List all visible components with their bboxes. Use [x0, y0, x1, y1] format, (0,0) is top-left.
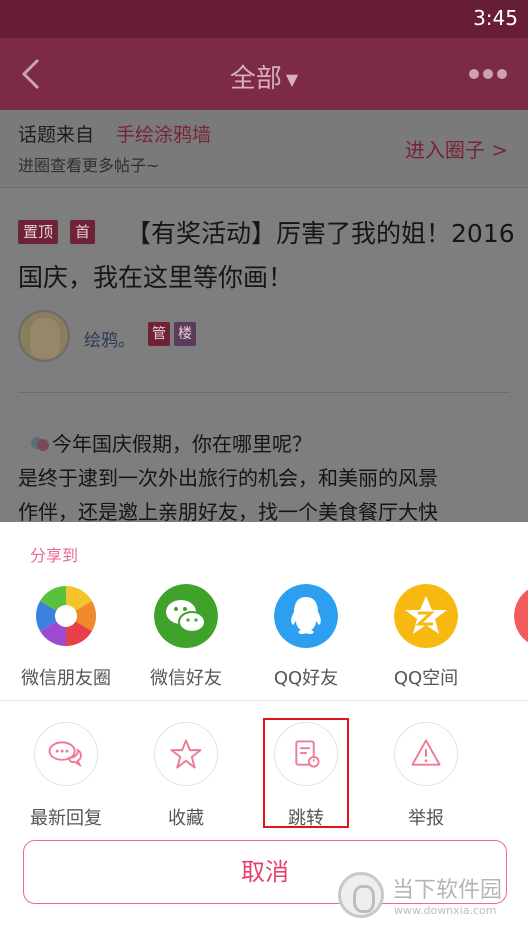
action-label: 最新回复 — [30, 808, 102, 829]
more-dots-icon[interactable] — [468, 68, 508, 80]
post-content-dimmed: 话题来自 手绘涂鸦墙 进圈查看更多帖子~ 进入圈子 > 【有奖活动】厉害了我的姐… — [0, 110, 528, 524]
post: 【有奖活动】厉害了我的姐！2016国庆，我在这里等你画！ 置顶 首 绘鸦。 管 … — [0, 190, 528, 524]
share-wechat-moments[interactable]: 微信朋友圈 — [6, 584, 126, 690]
sheet-divider — [0, 700, 528, 701]
watermark: 当下软件园 www.downxia.com — [338, 868, 508, 924]
qq-icon — [274, 584, 338, 648]
post-body-line: 是终于逮到一次外出旅行的机会，和美丽的风景 — [18, 466, 438, 490]
share-qzone[interactable]: QQ空间 — [366, 584, 486, 690]
author-name[interactable]: 绘鸦。 — [84, 326, 135, 351]
enter-circle-link[interactable]: 进入圈子 > — [405, 134, 508, 163]
star-icon — [154, 722, 218, 786]
post-body-line: 今年国庆假期，你在哪里呢？ — [52, 432, 312, 456]
share-sheet-title: 分享到 — [30, 546, 79, 565]
weibo-icon — [514, 589, 528, 643]
topic-from-label: 话题来自 — [18, 124, 95, 146]
avatar[interactable] — [18, 310, 70, 362]
qzone-icon — [394, 584, 458, 648]
wechat-icon — [154, 584, 218, 648]
share-label: 微信好友 — [150, 668, 222, 689]
circle-subtitle: 进圈查看更多帖子~ — [18, 156, 160, 175]
page: 3:45 全部 ▼ 话题来自 手绘涂鸦墙 进圈查看更多帖子~ 进入圈子 > 【有奖… — [0, 0, 528, 940]
nav-title: 全部 — [229, 64, 282, 94]
wechat-moments-icon — [35, 585, 97, 647]
share-wechat-friend[interactable]: 微信好友 — [126, 584, 246, 690]
watermark-url: www.downxia.com — [394, 904, 497, 917]
action-report[interactable]: 举报 — [366, 722, 486, 830]
category-dropdown[interactable]: 全部 ▼ — [0, 58, 528, 95]
watermark-text: 当下软件园 — [392, 878, 503, 903]
circle-bar: 话题来自 手绘涂鸦墙 进圈查看更多帖子~ 进入圈子 > — [0, 110, 528, 188]
navbar: 全部 ▼ — [0, 38, 528, 110]
watermark-logo-icon — [338, 872, 384, 918]
floor-badge: 楼 — [174, 322, 196, 346]
highlight-box — [263, 718, 349, 828]
post-body-line: 作伴，还是邀上亲朋好友，找一个美食餐厅大快 — [18, 500, 438, 524]
circle-name-link[interactable]: 手绘涂鸦墙 — [116, 120, 211, 147]
share-label: QQ好友 — [273, 668, 339, 689]
share-label: 新 — [486, 664, 528, 690]
share-label: QQ空间 — [393, 668, 459, 689]
admin-badge: 管 — [148, 322, 170, 346]
share-qq-friend[interactable]: QQ好友 — [246, 584, 366, 690]
warning-icon — [394, 722, 458, 786]
action-label: 收藏 — [168, 808, 204, 829]
first-tag: 首 — [70, 220, 96, 244]
post-divider — [18, 392, 510, 393]
pinned-tag: 置顶 — [18, 220, 59, 244]
reply-bubbles-icon — [34, 722, 98, 786]
action-latest-reply[interactable]: 最新回复 — [6, 722, 126, 830]
status-bar: 3:45 — [0, 0, 528, 38]
share-label: 微信朋友圈 — [21, 668, 111, 689]
chat-bubble-emoji-icon — [31, 437, 49, 451]
status-time: 3:45 — [473, 6, 518, 30]
action-label: 举报 — [408, 808, 444, 829]
action-favorite[interactable]: 收藏 — [126, 722, 246, 830]
caret-down-icon: ▼ — [285, 70, 299, 89]
share-weibo[interactable]: 新 — [486, 584, 528, 690]
